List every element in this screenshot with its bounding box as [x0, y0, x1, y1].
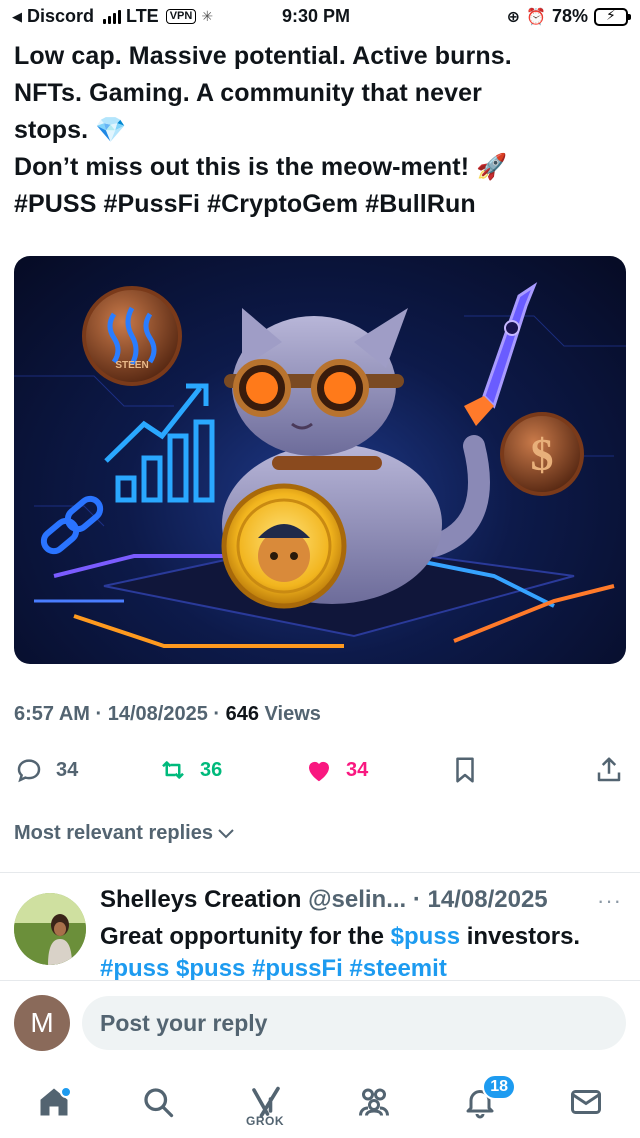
reply-author-handle[interactable]: @selin...: [308, 886, 406, 913]
retweet-count: 36: [200, 758, 223, 781]
user-avatar[interactable]: M: [14, 995, 70, 1051]
mail-icon: [571, 1090, 601, 1114]
replies-sort-label: Most relevant replies: [14, 822, 213, 844]
tab-search[interactable]: [134, 1078, 182, 1126]
status-time: 9:30 PM: [282, 6, 351, 26]
search-icon: [144, 1088, 174, 1118]
reply-date: 14/08/2025: [427, 886, 548, 913]
tweet-time: 6:57 AM: [14, 703, 90, 725]
notifications-badge: 18: [482, 1074, 516, 1100]
grok-label: GROK: [246, 1114, 284, 1128]
tweet-line: NFTs. Gaming. A community that never: [14, 79, 483, 107]
activity-spinner-icon: ✳: [201, 8, 214, 24]
battery-percent: 78%: [551, 6, 588, 26]
like-button[interactable]: 34: [304, 750, 368, 790]
reply-count: 34: [56, 758, 79, 781]
signal-icon: [103, 9, 122, 24]
tweet-line: Low cap. Massive potential. Active burns…: [14, 42, 512, 70]
divider: [0, 980, 640, 981]
tab-communities[interactable]: [350, 1078, 398, 1126]
reply-avatar[interactable]: [14, 893, 86, 965]
views-label[interactable]: Views: [259, 703, 321, 725]
retweet-button[interactable]: 36: [158, 750, 222, 790]
status-bar: ◀ Discord LTE VPN ✳ 9:30 PM ⊕ ⏰ 78% ⚡: [0, 0, 640, 34]
tweet-line: Don’t miss out this is the meow-ment! 🚀: [14, 153, 508, 181]
reply-separator: ·: [406, 886, 428, 913]
chain-link-icon: [40, 495, 104, 555]
tweet-actions: 34 36 34: [0, 750, 640, 790]
tweet-date: 14/08/2025: [107, 703, 208, 725]
reply-author-name[interactable]: Shelleys Creation: [100, 886, 301, 913]
growth-chart-icon: [104, 383, 215, 503]
tab-notifications[interactable]: 18: [456, 1074, 516, 1126]
steem-coin: STEEN: [82, 286, 182, 386]
status-left: ◀ Discord LTE VPN ✳: [12, 6, 213, 27]
dollar-coin: $: [500, 412, 584, 496]
bookmark-icon: [456, 757, 474, 783]
divider: [0, 872, 640, 873]
reply-input[interactable]: Post your reply: [82, 996, 626, 1050]
reply-icon: [17, 759, 41, 783]
retweet-icon: [162, 761, 184, 779]
dollar-coin-symbol: $: [531, 429, 554, 480]
puss-coin: [221, 483, 347, 609]
tab-home[interactable]: [30, 1078, 78, 1126]
views-count[interactable]: 646: [226, 703, 259, 725]
tweet-line: stops. 💎: [14, 116, 127, 144]
reply-button[interactable]: 34: [14, 750, 78, 790]
steem-coin-text: STEEN: [115, 360, 148, 371]
tweet-image[interactable]: STEEN $: [14, 256, 626, 664]
tab-messages[interactable]: [562, 1078, 610, 1126]
tweet-meta: 6:57 AM · 14/08/2025 · 646 Views: [14, 703, 321, 726]
status-right: ⊕ ⏰ 78% ⚡: [506, 6, 631, 27]
bookmark-button[interactable]: [450, 750, 480, 790]
meta-separator: ·: [89, 703, 108, 725]
replies-sort-dropdown[interactable]: Most relevant replies: [14, 822, 235, 845]
chevron-down-icon: [218, 828, 234, 838]
meta-separator: ·: [207, 703, 226, 725]
rocket-icon: [464, 282, 538, 426]
share-button[interactable]: [594, 750, 624, 790]
reply-text-suffix: investors.: [460, 923, 581, 950]
back-app-label[interactable]: Discord: [27, 6, 94, 27]
tweet-hashtags[interactable]: #PUSS #PussFi #CryptoGem #BullRun: [14, 186, 614, 223]
reply-hashtags[interactable]: #puss $puss #pussFi #steemit: [100, 955, 447, 982]
share-icon: [597, 757, 621, 782]
home-badge-dot: [60, 1086, 72, 1098]
like-count: 34: [346, 758, 369, 781]
vpn-badge: VPN: [165, 9, 197, 24]
reply-cashtag[interactable]: $puss: [391, 923, 460, 950]
battery-icon: ⚡: [594, 7, 631, 26]
reply-text-prefix: Great opportunity for the: [100, 923, 391, 950]
reply-text: Great opportunity for the $puss investor…: [100, 921, 620, 985]
back-arrow-icon[interactable]: ◀: [12, 9, 22, 25]
reply-header: Shelleys Creation @selin... · 14/08/2025: [100, 886, 548, 914]
screen-lock-icon: ⊕: [506, 8, 521, 26]
communities-icon: [359, 1088, 389, 1116]
network-label: LTE: [126, 6, 159, 26]
bottom-tab-bar: 18: [0, 1066, 640, 1138]
alarm-icon: ⏰: [526, 8, 546, 26]
heart-icon: [309, 761, 329, 782]
tweet-text: Low cap. Massive potential. Active burns…: [14, 38, 614, 223]
more-options-icon[interactable]: ···: [597, 888, 622, 914]
